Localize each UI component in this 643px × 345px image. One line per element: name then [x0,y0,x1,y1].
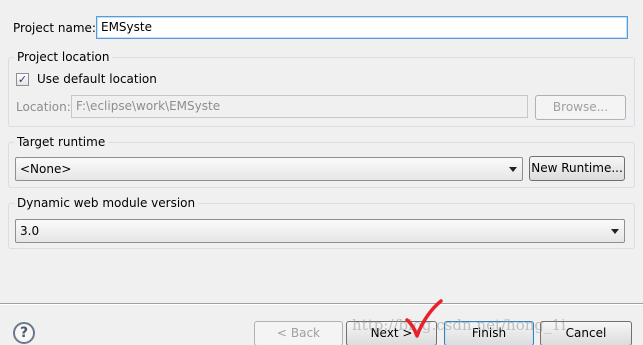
help-icon[interactable]: ? [13,322,35,344]
web-module-version-title: Dynamic web module version [14,196,199,210]
location-input[interactable]: F:\eclipse\work\EMSyste [71,95,528,118]
target-runtime-select[interactable]: <None> [15,157,523,181]
use-default-location-label: Use default location [37,72,157,86]
target-runtime-selected: <None> [20,162,72,176]
project-location-title: Project location [14,50,113,64]
footer-separator [0,303,643,305]
new-runtime-button[interactable]: New Runtime... [529,156,625,181]
back-button[interactable]: < Back [254,321,343,345]
project-name-label: Project name: [13,21,96,35]
chevron-down-icon [509,167,517,172]
use-default-location-checkbox[interactable]: ✓ [16,73,29,86]
web-module-version-selected: 3.0 [20,224,40,238]
target-runtime-title: Target runtime [14,135,109,149]
location-label: Location: [16,100,71,114]
web-module-version-select[interactable]: 3.0 [15,219,625,243]
browse-button[interactable]: Browse... [535,95,626,120]
watermark: http://blog.csdn.net/hong_1i [352,316,566,334]
red-checkmark-icon [405,299,443,338]
project-name-input[interactable]: EMSyste [96,16,628,39]
chevron-down-icon [611,229,619,234]
